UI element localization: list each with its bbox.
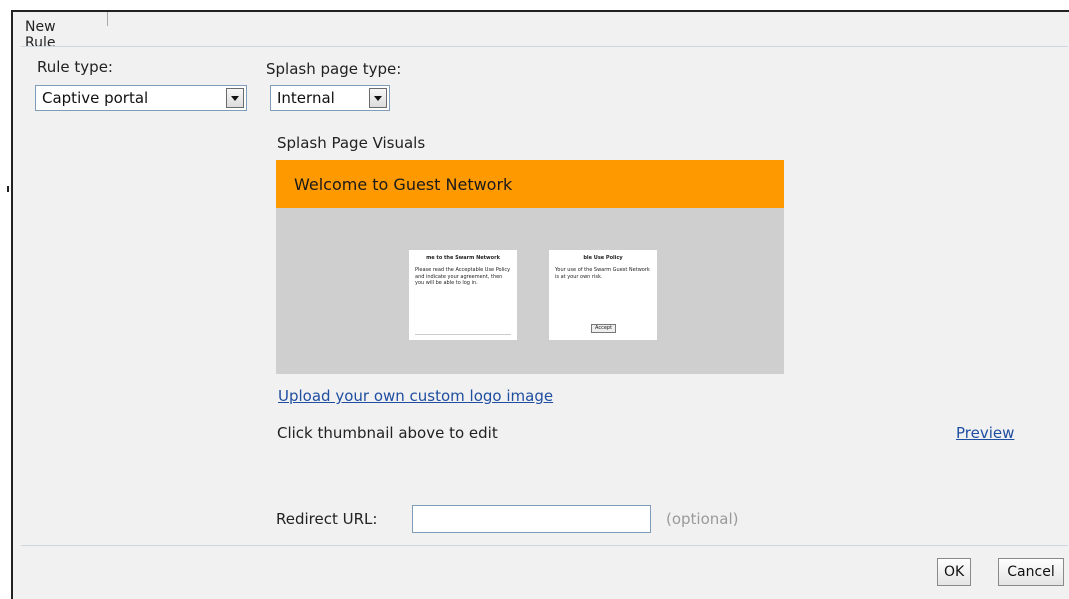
rule-type-select[interactable]: Captive portal	[35, 85, 247, 111]
upload-logo-link[interactable]: Upload your own custom logo image	[278, 387, 553, 405]
ok-button[interactable]: OK	[937, 558, 971, 586]
splash-accept-button: Accept	[591, 324, 617, 333]
chevron-down-icon	[231, 95, 239, 101]
splash-page-type-dropdown-button[interactable]	[369, 88, 387, 108]
cancel-button[interactable]: Cancel	[998, 558, 1064, 586]
splash-card-policy-title: ble Use Policy	[583, 255, 623, 261]
splash-page-type-label: Splash page type:	[266, 60, 402, 78]
redirect-url-label: Redirect URL:	[276, 510, 378, 528]
splash-banner-title: Welcome to Guest Network	[294, 174, 513, 194]
frame-nub	[7, 186, 9, 192]
splash-visuals-heading: Splash Page Visuals	[277, 134, 426, 152]
splash-page-thumbnail[interactable]: Welcome to Guest Network me to the Swarm…	[276, 160, 784, 374]
splash-card-policy: ble Use Policy Your use of the Swarm Gue…	[549, 250, 657, 340]
edit-hint: Click thumbnail above to edit	[277, 424, 498, 442]
splash-banner[interactable]: Welcome to Guest Network	[276, 160, 784, 208]
splash-page-type-value: Internal	[277, 89, 335, 107]
redirect-url-input[interactable]	[412, 505, 651, 533]
splash-card-welcome-title: me to the Swarm Network	[426, 255, 500, 261]
splash-card-welcome-rule	[415, 334, 511, 335]
header-divider	[21, 46, 1068, 47]
preview-link[interactable]: Preview	[956, 424, 1014, 442]
splash-card-welcome-body: Please read the Acceptable Use Policy an…	[415, 266, 511, 287]
splash-page-type-select[interactable]: Internal	[270, 85, 390, 111]
splash-card-policy-body: Your use of the Swarm Guest Network is a…	[555, 266, 650, 280]
splash-card-welcome: me to the Swarm Network Please read the …	[409, 250, 517, 340]
rule-type-label: Rule type:	[37, 58, 113, 76]
frame-tick	[107, 12, 108, 26]
redirect-url-hint: (optional)	[666, 510, 739, 528]
chevron-down-icon	[374, 95, 382, 101]
rule-type-dropdown-button[interactable]	[226, 88, 244, 108]
rule-type-value: Captive portal	[42, 89, 149, 107]
footer-divider	[21, 545, 1068, 546]
